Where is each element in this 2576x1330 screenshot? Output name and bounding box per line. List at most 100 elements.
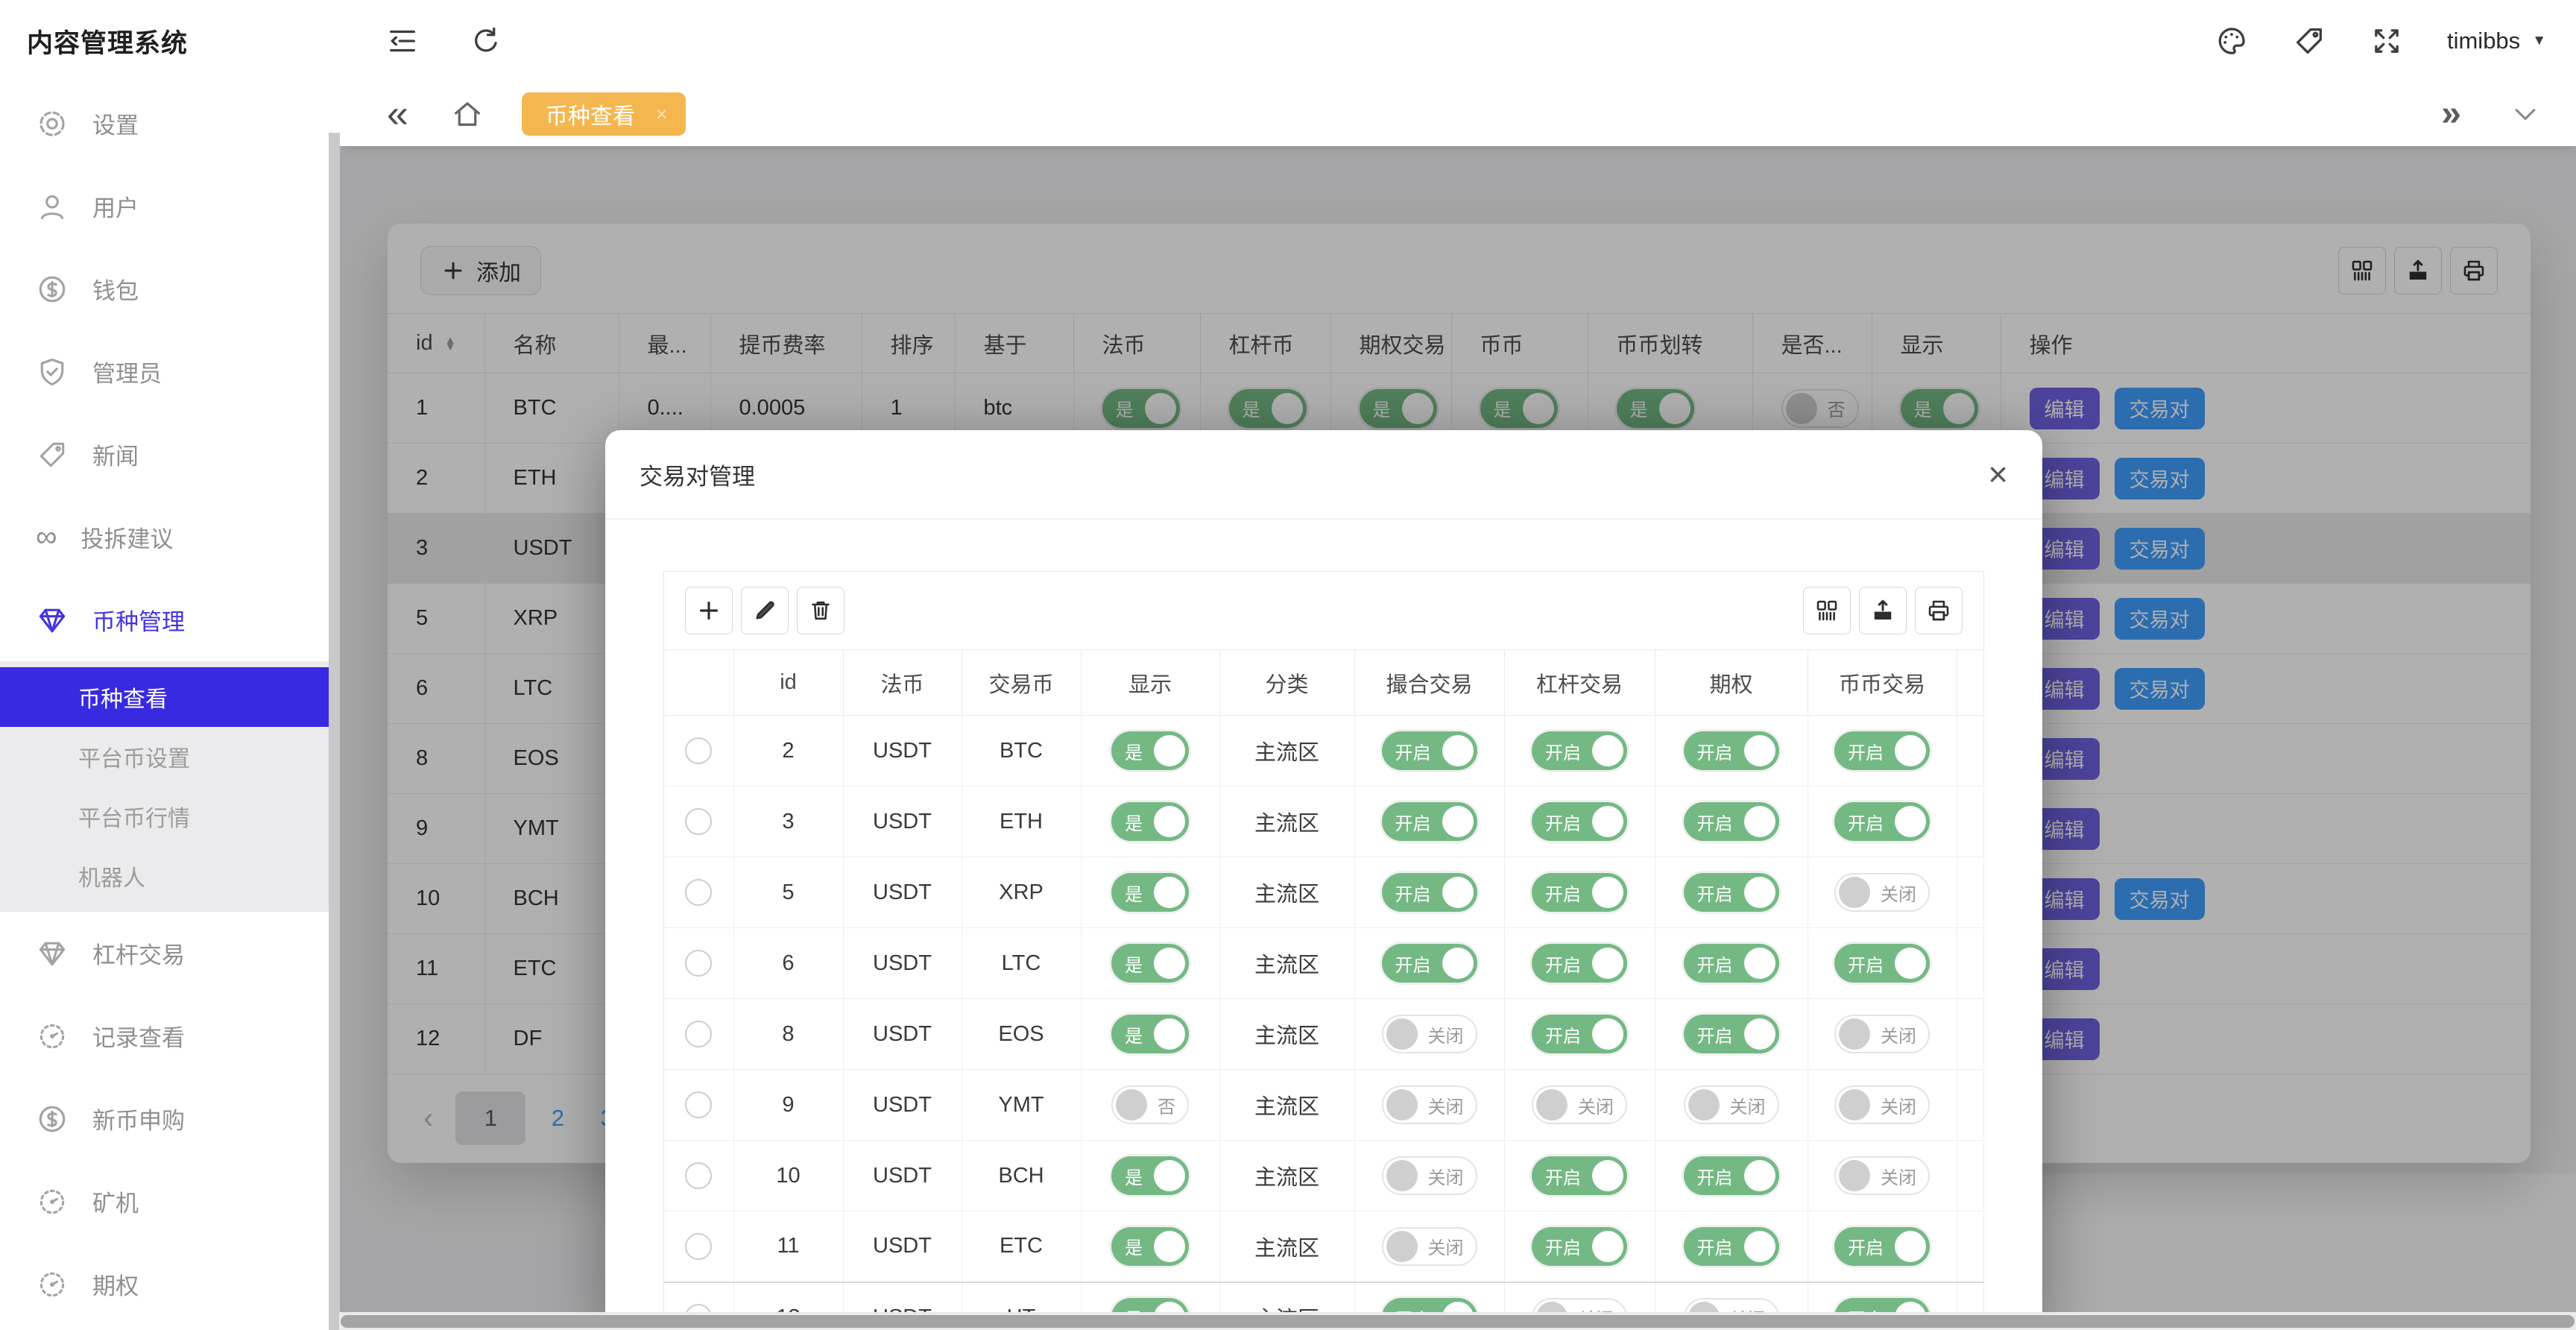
sidebar-subitem-平台币行情[interactable]: 平台币行情 — [0, 787, 339, 846]
row-radio[interactable] — [685, 1091, 713, 1118]
trading-pair-row[interactable]: 11 USDT ETC 是 主流区 关闭 开启 开启 开启 — [664, 1211, 1984, 1282]
sidebar-item-新闻[interactable]: 新闻 — [0, 413, 339, 496]
sidebar-item-管理员[interactable]: 管理员 — [0, 330, 339, 413]
toggle-是[interactable]: 是 — [1111, 802, 1189, 841]
trading-pair-row[interactable]: 9 USDT YMT 否 主流区 关闭 关闭 关闭 关闭 — [664, 1069, 1984, 1141]
toggle-否[interactable]: 否 — [1111, 1085, 1189, 1124]
sidebar-item-设置[interactable]: 设置 — [0, 82, 339, 165]
scrollbar-thumb[interactable] — [341, 1315, 2575, 1328]
sidebar-item-记录查看[interactable]: 记录查看 — [0, 995, 339, 1077]
trash-icon-button[interactable] — [797, 587, 845, 634]
toggle-开启[interactable]: 开启 — [1683, 1226, 1779, 1266]
toggle-开启[interactable]: 开启 — [1532, 873, 1627, 912]
toggle-开启[interactable]: 开启 — [1834, 1226, 1930, 1266]
toggle-关闭[interactable]: 关闭 — [1381, 1156, 1477, 1195]
sidebar-subitem-机器人[interactable]: 机器人 — [0, 846, 339, 906]
double-right-icon[interactable]: » — [2441, 96, 2461, 132]
toggle-关闭[interactable]: 关闭 — [1381, 1085, 1477, 1124]
sidebar-item-杠杆交易[interactable]: 杠杆交易 — [0, 912, 339, 995]
toggle-cell: 关闭 — [1808, 1140, 1957, 1211]
toggle-label: 开启 — [1696, 813, 1733, 834]
reload-icon[interactable] — [469, 24, 503, 58]
trading-pair-row[interactable]: 3 USDT ETH 是 主流区 开启 开启 开启 开启 — [664, 786, 1984, 857]
toggle-关闭[interactable]: 关闭 — [1834, 1085, 1930, 1124]
toggle-关闭[interactable]: 关闭 — [1381, 1226, 1477, 1266]
palette-icon[interactable] — [2214, 24, 2249, 58]
row-radio[interactable] — [685, 879, 713, 906]
toggle-开启[interactable]: 开启 — [1683, 944, 1779, 983]
columns-icon-button[interactable] — [1803, 587, 1851, 634]
toggle-开启[interactable]: 开启 — [1381, 873, 1477, 912]
toggle-是[interactable]: 是 — [1111, 1226, 1189, 1266]
toggle-关闭[interactable]: 关闭 — [1683, 1085, 1779, 1124]
trading-pair-row[interactable]: 5 USDT XRP 是 主流区 开启 开启 开启 关闭 — [664, 857, 1984, 928]
toggle-开启[interactable]: 开启 — [1683, 1015, 1779, 1053]
sidebar-subitem-币种查看[interactable]: 币种查看 — [0, 667, 339, 727]
tab-close-icon[interactable]: × — [656, 103, 668, 126]
row-radio[interactable] — [685, 1162, 713, 1189]
toggle-关闭[interactable]: 关闭 — [1834, 1156, 1930, 1195]
trading-pair-row[interactable]: 6 USDT LTC 是 主流区 开启 开启 开启 开启 — [664, 927, 1984, 999]
sidebar-item-币种管理[interactable]: 币种管理 — [0, 579, 339, 661]
sidebar-item-钱包[interactable]: 钱包 — [0, 248, 339, 330]
toggle-开启[interactable]: 开启 — [1683, 731, 1779, 770]
toggle-关闭[interactable]: 关闭 — [1381, 1015, 1477, 1053]
sidebar-item-label: 新闻 — [92, 444, 139, 470]
chevron-down-icon[interactable] — [2509, 98, 2542, 130]
row-radio[interactable] — [685, 1232, 713, 1260]
sidebar-scrollbar[interactable] — [329, 133, 340, 1330]
trading-pair-row[interactable]: 2 USDT BTC 是 主流区 开启 开启 开启 开启 — [664, 715, 1984, 787]
sidebar-item-投拆建议[interactable]: ∞ 投拆建议 — [0, 496, 339, 579]
fullscreen-icon[interactable] — [2370, 24, 2404, 58]
plus-icon-button[interactable] — [685, 587, 733, 634]
toggle-关闭[interactable]: 关闭 — [1834, 1015, 1930, 1053]
sidebar-subitem-平台币设置[interactable]: 平台币设置 — [0, 727, 339, 787]
toggle-开启[interactable]: 开启 — [1834, 731, 1930, 770]
print-icon-button[interactable] — [1915, 587, 1963, 634]
toggle-是[interactable]: 是 — [1111, 1015, 1189, 1053]
toggle-开启[interactable]: 开启 — [1381, 731, 1477, 770]
toggle-是[interactable]: 是 — [1111, 944, 1189, 983]
toggle-开启[interactable]: 开启 — [1532, 1226, 1627, 1266]
trading-pair-row[interactable]: 8 USDT EOS 是 主流区 关闭 开启 开启 关闭 — [664, 998, 1984, 1070]
row-radio[interactable] — [685, 950, 713, 977]
toggle-开启[interactable]: 开启 — [1532, 731, 1627, 770]
tab-币种查看[interactable]: 币种查看 × — [521, 92, 686, 136]
toggle-开启[interactable]: 开启 — [1834, 802, 1930, 841]
double-left-icon[interactable]: « — [387, 95, 408, 133]
toggle-开启[interactable]: 开启 — [1683, 1156, 1779, 1195]
toggle-开启[interactable]: 开启 — [1532, 944, 1627, 983]
toggle-开启[interactable]: 开启 — [1381, 944, 1477, 983]
tag-icon[interactable] — [2292, 24, 2326, 58]
toggle-开启[interactable]: 开启 — [1683, 802, 1779, 841]
toggle-关闭[interactable]: 关闭 — [1834, 873, 1930, 912]
pencil-icon-button[interactable] — [741, 587, 789, 634]
toggle-关闭[interactable]: 关闭 — [1532, 1085, 1627, 1124]
trading-pair-row[interactable]: 10 USDT BCH 是 主流区 关闭 开启 开启 关闭 — [664, 1140, 1984, 1211]
sidebar-item-新币申购[interactable]: 新币申购 — [0, 1077, 339, 1160]
home-icon[interactable] — [450, 97, 484, 131]
cell: USDT — [843, 715, 962, 787]
toggle-是[interactable]: 是 — [1111, 873, 1189, 912]
toggle-是[interactable]: 是 — [1111, 731, 1189, 770]
toggle-开启[interactable]: 开启 — [1532, 802, 1627, 841]
row-radio[interactable] — [685, 1021, 713, 1047]
toggle-knob — [1536, 1089, 1568, 1121]
sidebar-item-矿机[interactable]: 矿机 — [0, 1160, 339, 1243]
toggle-开启[interactable]: 开启 — [1532, 1156, 1627, 1195]
toggle-是[interactable]: 是 — [1111, 1156, 1189, 1195]
menu-fold-icon[interactable] — [385, 24, 420, 58]
user-menu[interactable]: timibbs ▼ — [2447, 28, 2546, 54]
toggle-开启[interactable]: 开启 — [1532, 1015, 1627, 1053]
row-radio[interactable] — [685, 737, 713, 764]
sidebar-item-用户[interactable]: 用户 — [0, 165, 339, 248]
horizontal-scrollbar[interactable] — [339, 1312, 2576, 1330]
sidebar-item-label: 钱包 — [92, 278, 139, 304]
toggle-开启[interactable]: 开启 — [1381, 802, 1477, 841]
sidebar-item-期权[interactable]: 期权 — [0, 1243, 339, 1326]
close-icon[interactable]: × — [1988, 457, 2008, 491]
toggle-开启[interactable]: 开启 — [1834, 944, 1930, 983]
row-radio[interactable] — [685, 808, 713, 835]
export-icon-button[interactable] — [1859, 587, 1907, 634]
toggle-开启[interactable]: 开启 — [1683, 873, 1779, 912]
